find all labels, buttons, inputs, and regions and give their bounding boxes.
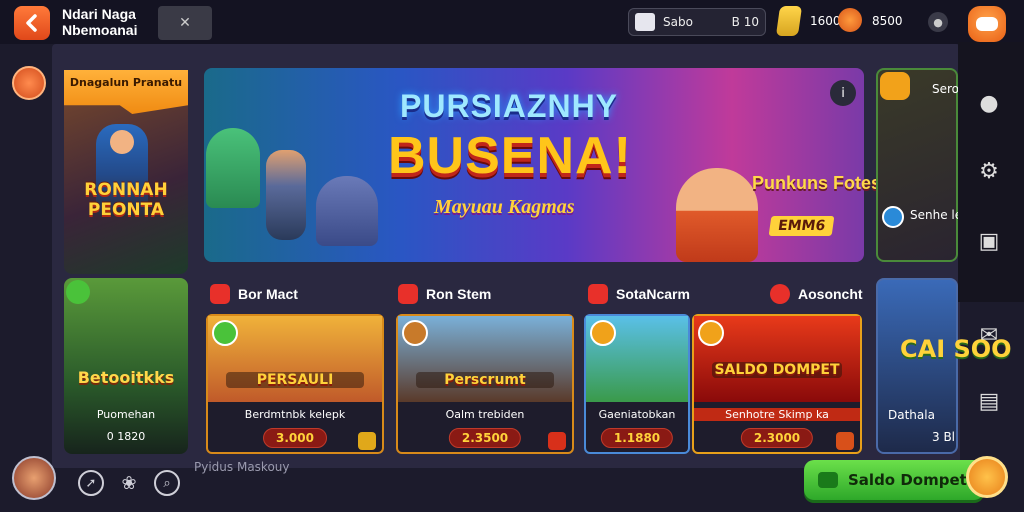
featured-left-title: RONNAH PEONTA — [84, 180, 168, 220]
wallet-label: Sabo — [663, 15, 693, 29]
app-subtitle: Nbemoanai — [62, 22, 138, 38]
paw-icon[interactable]: ❀ — [116, 470, 142, 496]
section-label-4[interactable]: Aosoncht — [770, 284, 863, 304]
game-title: Gaeniatobkan — [598, 408, 676, 421]
wallet-value: B 10 — [731, 15, 759, 29]
banner-badge: EMM6 — [768, 216, 835, 236]
game-badge-icon — [66, 280, 90, 304]
chevron-left-icon — [26, 14, 37, 32]
banner-headline: PURSIAZNHY — [400, 88, 619, 124]
wallet-button-label: Saldo Dompet — [848, 471, 967, 489]
game-badge-icon — [212, 320, 238, 346]
top-bar — [0, 0, 1024, 44]
alert-icon — [770, 284, 790, 304]
game-overlay-text: PERSAULI — [226, 372, 364, 388]
section-label-3[interactable]: SotaNcarm — [588, 284, 690, 304]
featured-right-label: Sero — [932, 82, 960, 96]
wallet-go-icon[interactable] — [966, 456, 1008, 498]
save-icon[interactable]: ▤ — [976, 388, 1002, 414]
mascot-face-icon — [976, 17, 998, 31]
game-card-2[interactable]: Perscrumt Oalm trebiden 2.3500 — [396, 314, 574, 454]
section-label-1[interactable]: Bor Mact — [210, 284, 298, 304]
game-badge-icon — [698, 320, 724, 346]
section-label-2[interactable]: Ron Stem — [398, 284, 491, 304]
wallet-icon — [818, 472, 838, 488]
game-card-1[interactable]: PERSAULI Berdmtnbk kelepk 3.000 — [206, 314, 384, 454]
game-price: 1.1880 — [600, 428, 674, 448]
game-title: Berdmtnbk kelepk — [244, 408, 346, 421]
saldo-dompet-button[interactable]: Saldo Dompet — [804, 460, 984, 500]
back-button[interactable] — [14, 6, 50, 40]
featured-right-footer: Senhe le — [910, 208, 963, 222]
coin-count: 1600 — [810, 14, 841, 28]
left-game-card[interactable] — [64, 278, 188, 454]
compass-icon[interactable]: ➚ — [78, 470, 104, 496]
runner-character — [266, 150, 306, 240]
check-icon — [588, 284, 608, 304]
online-status-text: Pyidus Maskouy — [194, 460, 290, 474]
hero-head — [110, 130, 134, 154]
chat-icon[interactable]: ● — [928, 12, 948, 32]
right-game-amount: 3 Bl — [932, 430, 956, 444]
gem-icon — [775, 6, 803, 36]
profile-mascot-button[interactable] — [968, 6, 1006, 42]
game-badge-icon — [402, 320, 428, 346]
wallet-icon — [635, 13, 655, 31]
globe-icon — [882, 206, 904, 228]
ticket-icon[interactable]: ✉ — [976, 322, 1002, 348]
game-overlay-text: SALDO DOMPET — [712, 362, 842, 378]
game-price: 3.000 — [263, 428, 327, 448]
game-title: Senhotre Skimp ka — [694, 408, 860, 421]
settings-icon[interactable]: ⚙ — [976, 158, 1002, 184]
game-price: 2.3500 — [448, 428, 522, 448]
close-icon — [398, 284, 418, 304]
daily-reward-icon[interactable] — [12, 66, 46, 100]
gallery-icon[interactable]: ▣ — [976, 228, 1002, 254]
coin-icon — [838, 8, 862, 32]
game-title: Oalm trebiden — [445, 408, 525, 421]
banner-title: BUSENA! — [388, 127, 632, 185]
wolf-character — [316, 176, 378, 246]
boy-character — [676, 168, 758, 262]
chip-icon — [358, 432, 376, 450]
chip-icon — [548, 432, 566, 450]
left-game-amount: 0 1820 — [106, 430, 146, 443]
game-overlay-text: Perscrumt — [416, 372, 554, 388]
game-price: 2.3000 — [740, 428, 814, 448]
game-badge-icon — [590, 320, 616, 346]
info-icon[interactable]: i — [830, 80, 856, 106]
banner-subtitle: Mayuau Kagmas — [434, 196, 575, 218]
left-game-title: Betooitkks — [77, 368, 175, 387]
game-card-4[interactable]: SALDO DOMPET Senhotre Skimp ka 2.3000 — [692, 314, 862, 454]
search-icon[interactable]: ⌕ — [154, 470, 180, 496]
left-game-subtitle: Puomehan — [96, 408, 156, 421]
badge-icon — [880, 72, 910, 100]
right-game-card[interactable] — [876, 278, 958, 454]
tools-icon: ✕ — [179, 15, 191, 31]
right-game-subtitle: Dathala — [888, 408, 935, 422]
chip-icon — [836, 432, 854, 450]
dinosaur-character — [206, 128, 260, 208]
score-value: 8500 — [872, 14, 903, 28]
tools-button[interactable]: ✕ — [158, 6, 212, 40]
moon-icon[interactable]: ● — [976, 90, 1002, 116]
flag-icon — [210, 284, 230, 304]
wallet-display[interactable]: Sabo B 10 — [628, 8, 766, 36]
game-card-3[interactable]: Gaeniatobkan 1.1880 — [584, 314, 690, 454]
app-title: Ndari Naga — [62, 6, 136, 22]
player-avatar[interactable] — [12, 456, 56, 500]
